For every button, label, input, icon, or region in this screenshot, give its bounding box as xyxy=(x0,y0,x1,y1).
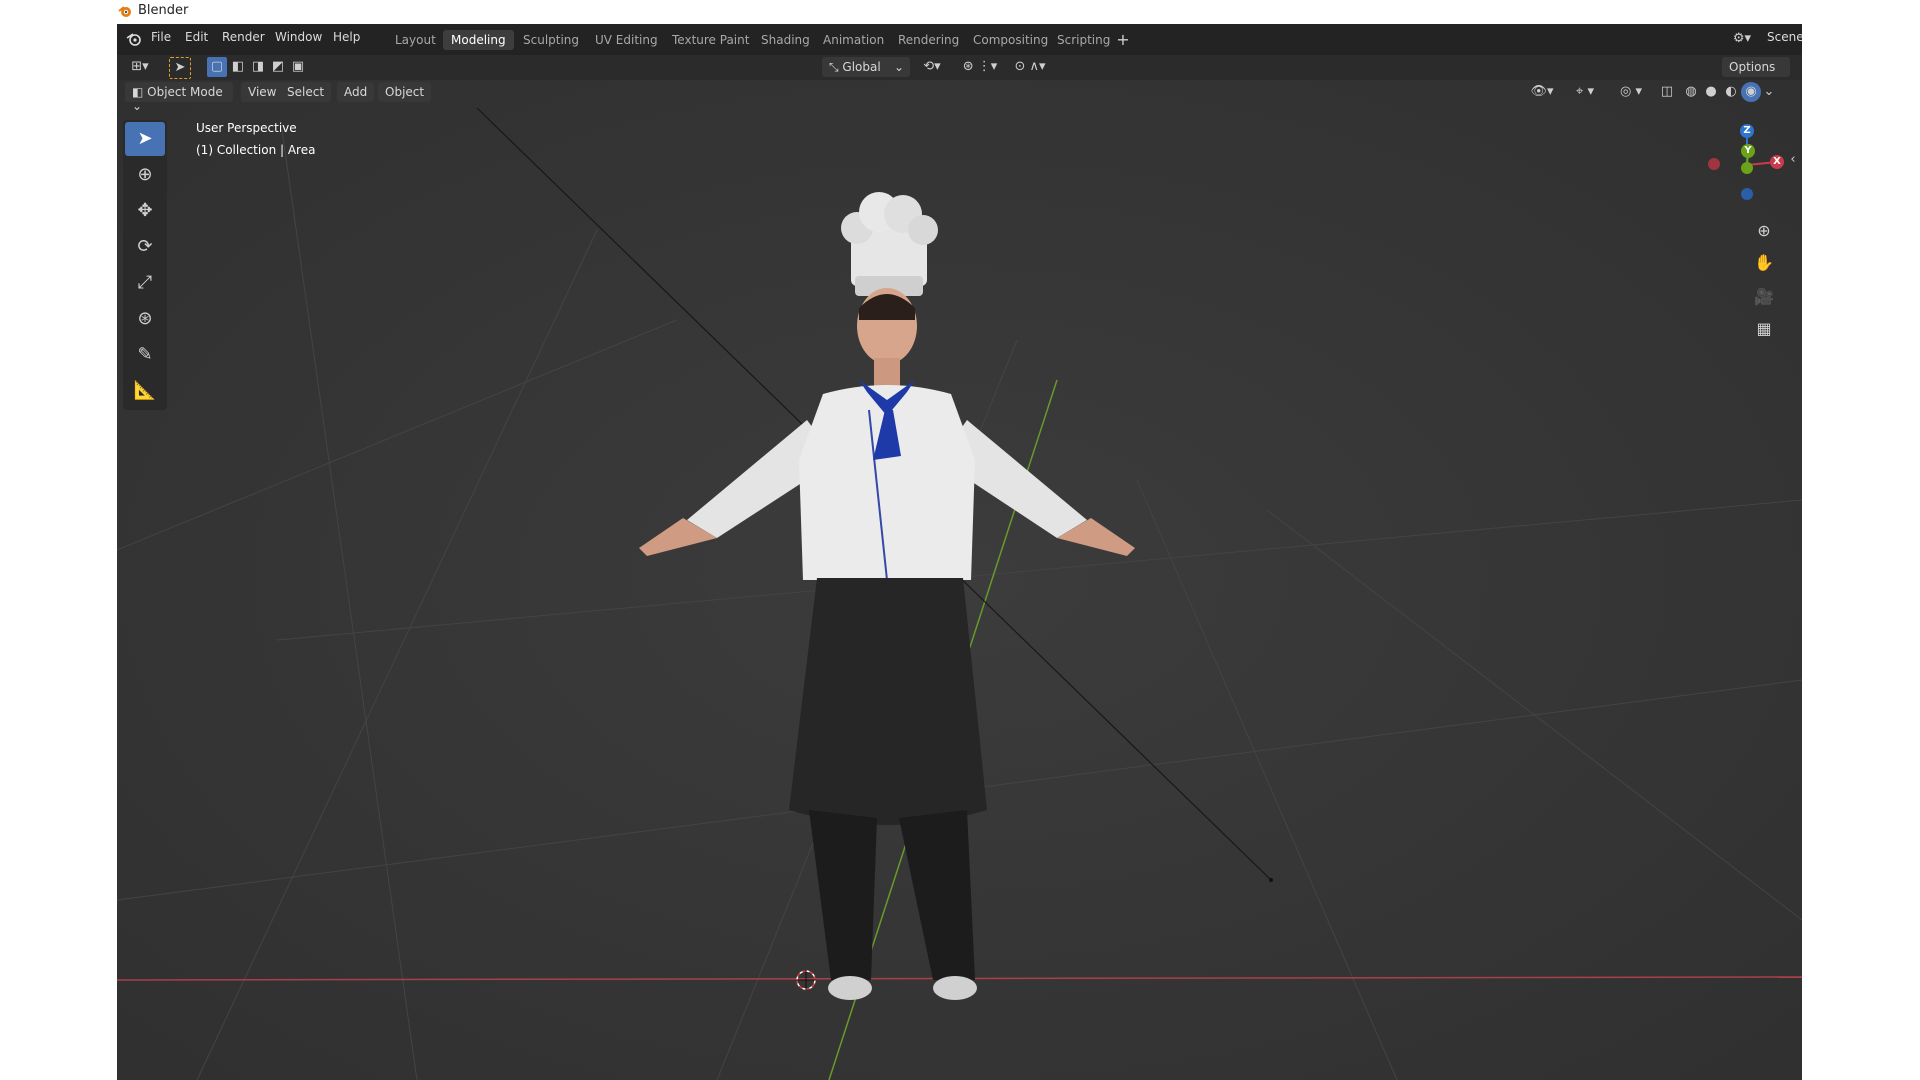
tool-header: ⊞▾ ➤ ▢ ◧ ◨ ◩ ▣ ⤡ Global ⌄ ⟲▾ ⊛ ⋮▾ ⊙ ∧▾ O… xyxy=(117,55,1802,88)
gizmo-neg-x[interactable] xyxy=(1708,158,1720,170)
scene-selector-icon[interactable]: ⚙▾ xyxy=(1727,29,1757,49)
gizmo-y-axis[interactable]: Y xyxy=(1741,144,1755,158)
3d-viewport[interactable]: ◧ Object Mode ⌄ View Select Add Object 👁… xyxy=(117,80,1802,1080)
editor-type-icon[interactable]: ⊞▾ xyxy=(125,57,155,77)
tab-scripting[interactable]: Scripting xyxy=(1049,30,1118,50)
tab-sculpting[interactable]: Sculpting xyxy=(515,30,587,50)
chevron-down-icon: ⌄ xyxy=(893,60,904,74)
viewport-header: ◧ Object Mode ⌄ View Select Add Object 👁… xyxy=(117,80,1802,113)
blender-app: File Edit Render Window Help Layout Mode… xyxy=(117,24,1802,1080)
object-menu[interactable]: Object xyxy=(378,82,432,102)
menu-render[interactable]: Render xyxy=(222,30,265,44)
select-menu[interactable]: Select xyxy=(280,82,332,102)
options-label: Options xyxy=(1729,60,1776,74)
material-shading-icon[interactable]: ◐ xyxy=(1721,82,1741,102)
solid-shading-icon[interactable]: ● xyxy=(1701,82,1721,102)
transform-tool-icon[interactable]: ⊛ xyxy=(125,302,165,336)
blender-logo-icon xyxy=(118,6,131,17)
select-box-tool-icon[interactable]: ➤ xyxy=(125,122,165,156)
tab-compositing[interactable]: Compositing xyxy=(965,30,1056,50)
options-dropdown[interactable]: Options ⌄ xyxy=(1722,57,1790,88)
pan-hand-icon[interactable]: ✋ xyxy=(1751,250,1777,276)
tab-modeling[interactable]: Modeling xyxy=(443,30,514,50)
select-tool-icon[interactable]: ➤ xyxy=(169,57,191,79)
gizmo-x-axis[interactable]: X xyxy=(1770,155,1784,169)
menu-edit[interactable]: Edit xyxy=(185,30,208,44)
chevron-down-icon: ⌄ xyxy=(132,99,143,113)
xray-toggle-icon[interactable]: ◫ xyxy=(1657,82,1677,102)
camera-view-icon[interactable]: 🎥 xyxy=(1751,284,1777,310)
select-mode-intersect-icon[interactable]: ▣ xyxy=(288,57,308,77)
move-tool-icon[interactable]: ✥ xyxy=(125,194,165,228)
overlays-toggle-icon[interactable]: ◎ ▾ xyxy=(1611,82,1651,102)
add-workspace-icon[interactable]: + xyxy=(1115,30,1131,50)
ortho-toggle-icon[interactable]: ▦ xyxy=(1751,316,1777,342)
orientation-label: Global xyxy=(842,60,881,74)
tab-shading[interactable]: Shading xyxy=(753,30,818,50)
gizmo-z-axis[interactable]: Z xyxy=(1740,124,1754,138)
pivot-point-icon[interactable]: ⟲▾ xyxy=(917,57,947,77)
toolbar: ➤ ⊕ ✥ ⟳ ⤢ ⊛ ✎ 📐 xyxy=(123,120,167,410)
shading-options-icon[interactable]: ⌄ xyxy=(1761,82,1777,102)
mode-dropdown[interactable]: ◧ Object Mode ⌄ xyxy=(125,82,233,113)
view-menu[interactable]: View xyxy=(241,82,284,102)
viewport-perspective-label: User Perspective xyxy=(196,121,297,135)
transform-orientation-dropdown[interactable]: ⤡ Global ⌄ xyxy=(822,57,910,77)
menu-help[interactable]: Help xyxy=(333,30,360,44)
viewport-scene xyxy=(117,80,1802,1080)
blender-menu-icon[interactable] xyxy=(126,32,142,46)
tab-uv-editing[interactable]: UV Editing xyxy=(587,30,666,50)
light-endpoint xyxy=(1269,878,1273,882)
gizmo-neg-y[interactable] xyxy=(1741,162,1753,174)
menu-file[interactable]: File xyxy=(151,30,171,44)
viewport-collection-label: (1) Collection | Area xyxy=(196,143,316,157)
rendered-shading-icon[interactable]: ◉ xyxy=(1741,82,1761,102)
menu-window[interactable]: Window xyxy=(275,30,322,44)
tab-layout[interactable]: Layout xyxy=(387,30,444,50)
rotate-tool-icon[interactable]: ⟳ xyxy=(125,230,165,264)
cursor-tool-icon[interactable]: ⊕ xyxy=(125,158,165,192)
window-title: Blender xyxy=(138,3,189,18)
mode-label: Object Mode xyxy=(147,85,223,99)
tab-texture-paint[interactable]: Texture Paint xyxy=(664,30,757,50)
add-menu[interactable]: Add xyxy=(337,82,375,102)
select-mode-extend-icon[interactable]: ◧ xyxy=(228,57,248,77)
tab-animation[interactable]: Animation xyxy=(815,30,892,50)
scene-label[interactable]: Scene xyxy=(1767,30,1802,44)
select-mode-subtract-icon[interactable]: ◨ xyxy=(248,57,268,77)
object-mode-icon: ◧ xyxy=(132,85,148,99)
gizmo-neg-z[interactable] xyxy=(1741,188,1753,200)
select-mode-new-icon[interactable]: ▢ xyxy=(207,57,227,77)
navigation-gizmo[interactable]: Z X Y xyxy=(1702,120,1792,210)
proportional-editing-icon[interactable]: ⊙ ∧▾ xyxy=(1010,57,1050,77)
measure-tool-icon[interactable]: 📐 xyxy=(125,374,165,408)
top-bar: File Edit Render Window Help Layout Mode… xyxy=(117,24,1802,55)
snapping-icon[interactable]: ⊛ ⋮▾ xyxy=(955,57,1005,77)
window-titlebar: Blender xyxy=(0,0,1920,22)
visibility-icon[interactable]: 👁▾ xyxy=(1527,82,1557,102)
annotate-tool-icon[interactable]: ✎ xyxy=(125,338,165,372)
wireframe-shading-icon[interactable]: ◍ xyxy=(1681,82,1701,102)
scale-tool-icon[interactable]: ⤢ xyxy=(125,266,165,300)
gizmo-toggle-icon[interactable]: ⌖ ▾ xyxy=(1565,82,1605,102)
zoom-icon[interactable]: ⊕ xyxy=(1751,218,1777,244)
sidebar-toggle-icon[interactable]: ‹ xyxy=(1787,150,1799,170)
orientation-icon: ⤡ xyxy=(829,60,843,74)
select-mode-difference-icon[interactable]: ◩ xyxy=(268,57,288,77)
tab-rendering[interactable]: Rendering xyxy=(890,30,967,50)
